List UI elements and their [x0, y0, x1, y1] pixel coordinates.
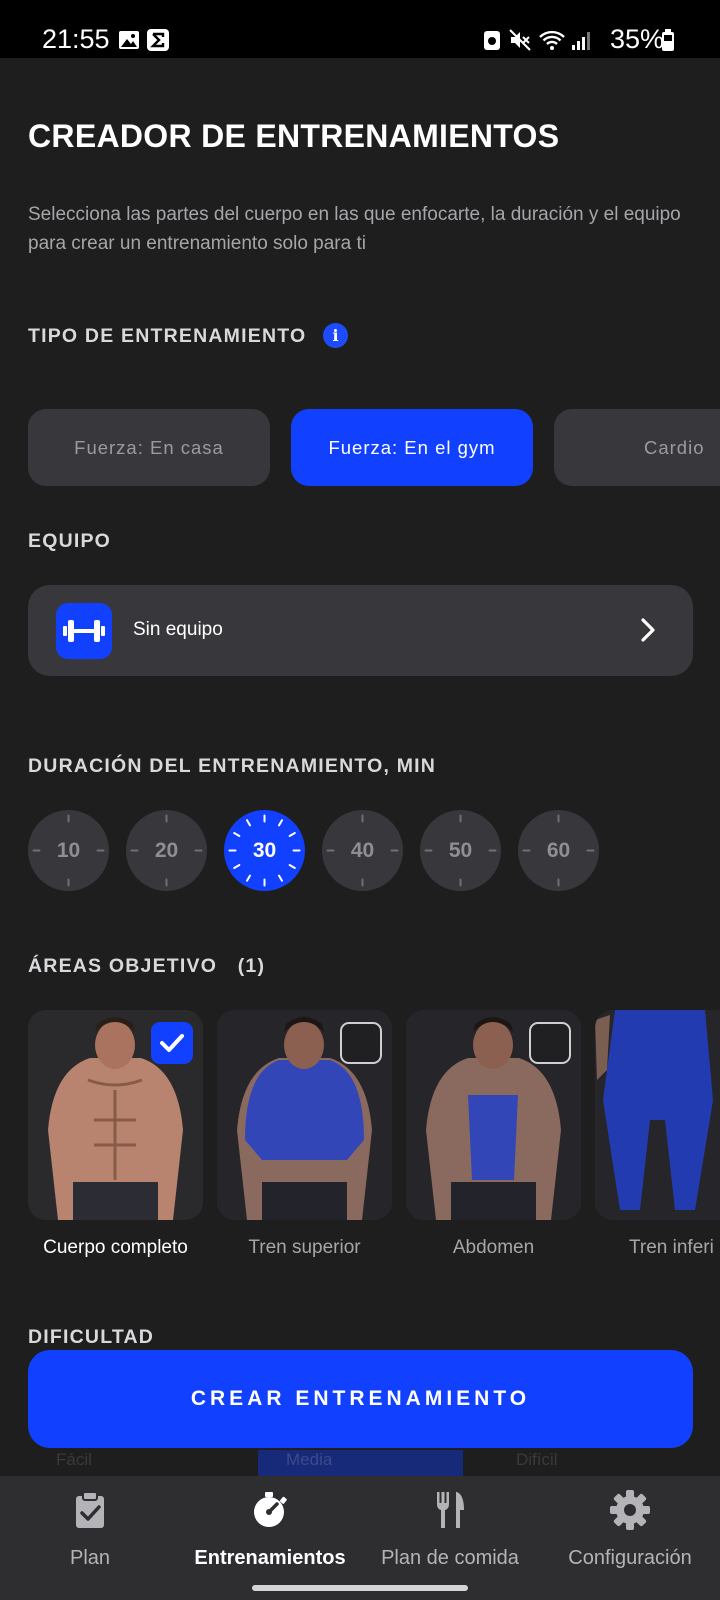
- workout-type-home[interactable]: Fuerza: En casa: [28, 409, 270, 486]
- lower-body-figure: [595, 1010, 720, 1220]
- clipboard-icon: [76, 1491, 104, 1528]
- nav-label-meal-plan: Plan de comida: [381, 1547, 519, 1569]
- difficulty-heading: DIFICULTAD: [28, 1326, 155, 1348]
- battery-icon: [662, 29, 674, 51]
- duration-option-10[interactable]: 10: [28, 810, 109, 891]
- wifi-icon: [539, 30, 565, 50]
- duration-option-50[interactable]: 50: [420, 810, 501, 891]
- status-time: 21:55: [42, 24, 110, 54]
- create-workout-button[interactable]: CREAR ENTRENAMIENTO: [28, 1350, 693, 1448]
- workout-type-cardio[interactable]: Cardio: [554, 409, 720, 486]
- equipment-selector[interactable]: Sin equipo: [28, 585, 693, 676]
- signal-icon: [572, 32, 590, 50]
- difficulty-option-easy[interactable]: Fácil: [56, 1450, 92, 1476]
- area-label-upper-body: Tren superior: [248, 1237, 361, 1258]
- nav-item-workouts[interactable]: Entrenamientos: [180, 1476, 360, 1600]
- duration-value: 30: [252, 839, 277, 862]
- info-icon[interactable]: i: [323, 323, 348, 348]
- fork-knife-icon: [437, 1492, 464, 1528]
- workout-type-heading: TIPO DE ENTRENAMIENTO: [28, 325, 307, 347]
- workout-type-gym[interactable]: Fuerza: En el gym: [291, 409, 533, 486]
- dumbbell-icon: [56, 603, 112, 659]
- chevron-right-icon: [641, 618, 655, 642]
- bottom-nav: Plan Entrenamientos Plan de comida Confi…: [0, 1476, 720, 1600]
- duration-option-20[interactable]: 20: [126, 810, 207, 891]
- duration-option-40[interactable]: 40: [322, 810, 403, 891]
- equipment-heading: EQUIPO: [28, 530, 112, 552]
- area-checkbox-abdomen[interactable]: [529, 1022, 571, 1064]
- battery-percent: 35%: [610, 24, 665, 54]
- duration-option-30[interactable]: 30: [224, 810, 305, 891]
- battery-saver-icon: [484, 31, 500, 50]
- duration-heading: DURACIÓN DEL ENTRENAMIENTO, MIN: [28, 755, 437, 777]
- area-checkbox-full-body[interactable]: [151, 1022, 193, 1064]
- stopwatch-icon: [254, 1492, 287, 1527]
- area-card-abdomen[interactable]: [406, 1010, 581, 1220]
- area-card-upper-body[interactable]: [217, 1010, 392, 1220]
- difficulty-option-medium[interactable]: Media: [286, 1450, 332, 1476]
- duration-value: 50: [448, 839, 473, 862]
- status-bar: 21:55 35%: [0, 0, 720, 58]
- nav-label-settings: Configuración: [568, 1547, 692, 1569]
- area-checkbox-upper-body[interactable]: [340, 1022, 382, 1064]
- difficulty-option-hard[interactable]: Difícil: [516, 1450, 558, 1476]
- nav-item-plan[interactable]: Plan: [0, 1476, 180, 1600]
- page-title: CREADOR DE ENTRENAMIENTOS: [28, 118, 560, 154]
- nav-label-workouts: Entrenamientos: [194, 1547, 346, 1569]
- area-label-lower-body: Tren inferi: [629, 1237, 714, 1258]
- duration-value: 40: [350, 839, 375, 862]
- duration-value: 10: [56, 839, 81, 862]
- nav-item-settings[interactable]: Configuración: [540, 1476, 720, 1600]
- area-label-abdomen: Abdomen: [452, 1237, 535, 1258]
- target-areas-heading: ÁREAS OBJETIVO (1): [28, 955, 265, 978]
- target-areas-label: ÁREAS OBJETIVO: [28, 955, 218, 977]
- page-subtitle: Selecciona las partes del cuerpo en las …: [28, 204, 681, 254]
- area-card-lower-body[interactable]: [595, 1010, 720, 1220]
- area-label-full-body: Cuerpo completo: [43, 1237, 188, 1258]
- check-icon: [160, 1034, 184, 1052]
- nav-item-meal-plan[interactable]: Plan de comida: [360, 1476, 540, 1600]
- sigma-icon: [147, 29, 169, 51]
- nav-label-plan: Plan: [69, 1547, 111, 1569]
- equipment-value: Sin equipo: [133, 619, 223, 640]
- duration-value: 20: [154, 839, 179, 862]
- duration-option-60[interactable]: 60: [518, 810, 599, 891]
- mute-icon: [509, 29, 531, 51]
- target-areas-count: (1): [237, 955, 266, 977]
- home-indicator[interactable]: [252, 1585, 468, 1591]
- duration-value: 60: [546, 839, 571, 862]
- image-icon: [119, 31, 139, 49]
- area-card-full-body[interactable]: [28, 1010, 203, 1220]
- gear-icon: [610, 1490, 650, 1530]
